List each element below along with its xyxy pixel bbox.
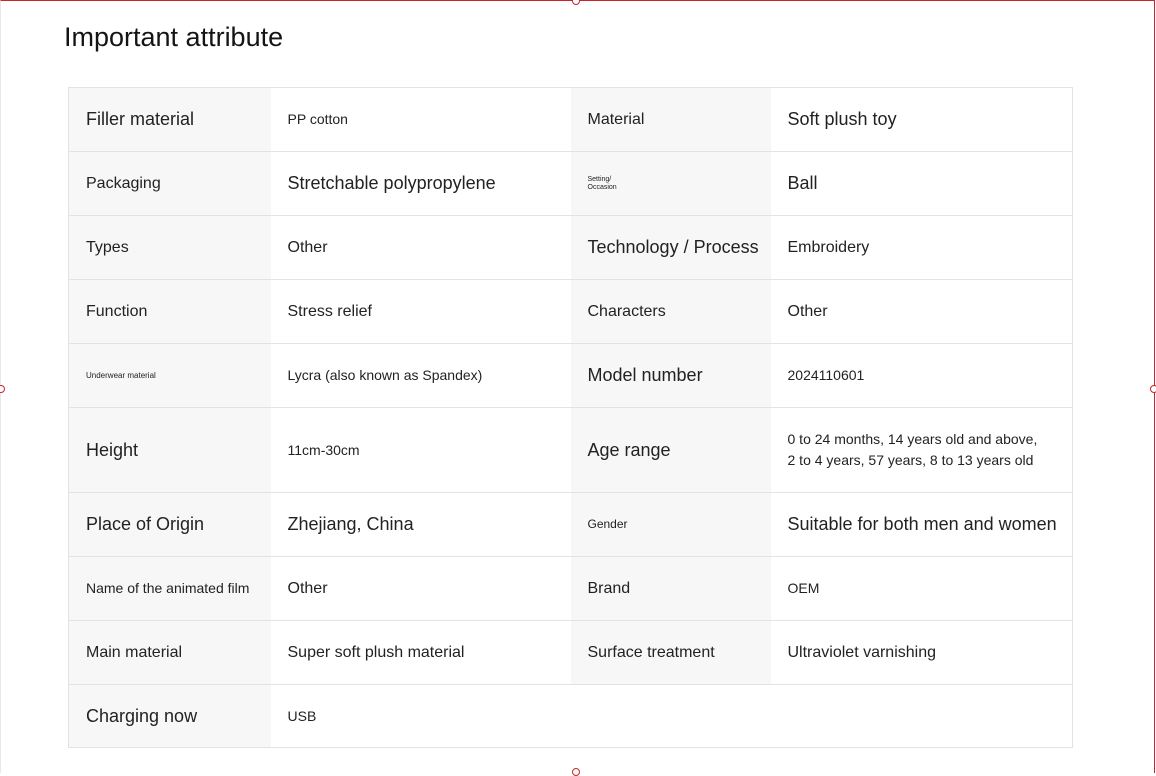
attribute-label: Gender — [570, 492, 771, 557]
table-row: Charging now USB — [68, 684, 1073, 748]
attribute-value: 2024110601 — [770, 343, 1073, 408]
attribute-label: Types — [68, 215, 271, 280]
attribute-label: Function — [68, 279, 271, 344]
attribute-label: Main material — [68, 620, 271, 685]
resize-handle-right[interactable] — [1150, 385, 1156, 393]
attribute-value: Other — [270, 556, 571, 621]
attribute-label: Characters — [570, 279, 771, 344]
attribute-label: Place of Origin — [68, 492, 271, 557]
attribute-value: PP cotton — [270, 87, 571, 152]
attribute-label: Brand — [570, 556, 771, 621]
table-row: Packaging Stretchable polypropylene Sett… — [68, 151, 1073, 216]
attribute-value: Lycra (also known as Spandex) — [270, 343, 571, 408]
attribute-value: 11cm-30cm — [270, 407, 571, 493]
table-row: Function Stress relief Characters Other — [68, 279, 1073, 344]
table-row: Filler material PP cotton Material Soft … — [68, 87, 1073, 152]
attribute-label: Filler material — [68, 87, 271, 152]
attribute-value: Other — [270, 215, 571, 280]
attribute-label: Packaging — [68, 151, 271, 216]
attribute-value: Ball — [770, 151, 1073, 216]
table-row: Name of the animated film Other Brand OE… — [68, 556, 1073, 621]
empty-cell — [570, 684, 1073, 748]
attribute-label: Material — [570, 87, 771, 152]
attribute-label: Surface treatment — [570, 620, 771, 685]
table-row: Height 11cm-30cm Age range 0 to 24 month… — [68, 407, 1073, 493]
attribute-value: Stress relief — [270, 279, 571, 344]
resize-handle-top[interactable] — [572, 0, 580, 5]
attribute-label: Model number — [570, 343, 771, 408]
page-title: Important attribute — [64, 22, 284, 52]
attribute-value: Zhejiang, China — [270, 492, 571, 557]
attribute-value: Super soft plush material — [270, 620, 571, 685]
attribute-value: Ultraviolet varnishing — [770, 620, 1073, 685]
attribute-value: USB — [270, 684, 571, 748]
attribute-value: Soft plush toy — [770, 87, 1073, 152]
attribute-value: OEM — [770, 556, 1073, 621]
attribute-label: Name of the animated film — [68, 556, 271, 621]
attribute-value: Stretchable polypropylene — [270, 151, 571, 216]
attribute-label: Underwear material — [68, 343, 271, 408]
attribute-label: Height — [68, 407, 271, 493]
attribute-value: 0 to 24 months, 14 years old and above, … — [770, 407, 1073, 493]
table-row: Main material Super soft plush material … — [68, 620, 1073, 685]
attribute-label: Technology / Process — [570, 215, 771, 280]
attribute-table: Filler material PP cotton Material Soft … — [68, 87, 1073, 748]
attribute-label: Setting/ Occasion — [570, 151, 771, 216]
table-row: Place of Origin Zhejiang, China Gender S… — [68, 492, 1073, 557]
resize-handle-left[interactable] — [0, 385, 5, 393]
table-row: Types Other Technology / Process Embroid… — [68, 215, 1073, 280]
attribute-label: Age range — [570, 407, 771, 493]
attribute-value: Other — [770, 279, 1073, 344]
attribute-value: Embroidery — [770, 215, 1073, 280]
attribute-label: Charging now — [68, 684, 271, 748]
table-row: Underwear material Lycra (also known as … — [68, 343, 1073, 408]
attribute-value: Suitable for both men and women — [770, 492, 1073, 557]
